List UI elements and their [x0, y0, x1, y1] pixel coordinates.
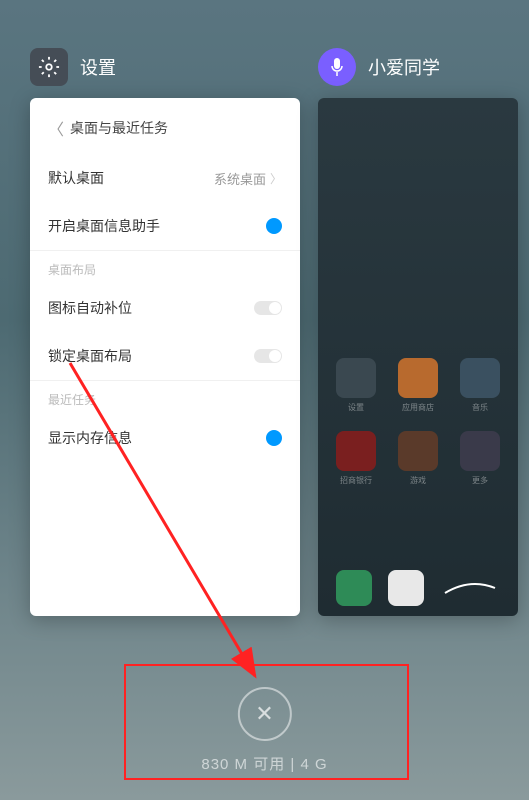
- row-info-assistant[interactable]: 开启桌面信息助手: [30, 202, 300, 250]
- gear-icon: [30, 48, 68, 86]
- toggle-show-memory[interactable]: [266, 430, 282, 446]
- app-header-ai[interactable]: 小爱同学: [318, 48, 518, 86]
- panel-title: 桌面与最近任务: [70, 118, 168, 138]
- value-default-desktop: 系统桌面: [214, 169, 266, 188]
- settings-card[interactable]: 〈 桌面与最近任务 默认桌面 系统桌面 〉 开启桌面信息助手 桌面布局 图标自动…: [30, 98, 300, 616]
- app-header-settings[interactable]: 设置: [30, 48, 300, 86]
- row-auto-fill[interactable]: 图标自动补位: [30, 284, 300, 332]
- home-app-5[interactable]: 游戏: [392, 431, 444, 486]
- panel-header[interactable]: 〈 桌面与最近任务: [30, 106, 300, 154]
- label-lock-layout: 锁定桌面布局: [48, 346, 132, 366]
- home-app-6[interactable]: 更多: [454, 431, 506, 486]
- toggle-lock-layout[interactable]: [254, 349, 282, 363]
- close-icon: ✕: [255, 701, 273, 727]
- section-layout-header: 桌面布局: [30, 250, 300, 284]
- label-info-assistant: 开启桌面信息助手: [48, 216, 160, 236]
- dock-swipe-indicator: [440, 578, 500, 598]
- dock-phone-icon[interactable]: [336, 570, 372, 606]
- row-show-memory[interactable]: 显示内存信息: [30, 414, 300, 462]
- toggle-info-assistant[interactable]: [266, 218, 282, 234]
- microphone-icon: [318, 48, 356, 86]
- toggle-auto-fill[interactable]: [254, 301, 282, 315]
- dock: [328, 570, 508, 606]
- section-recent-header: 最近任务: [30, 380, 300, 414]
- home-app-1[interactable]: 设置: [330, 358, 382, 413]
- dock-browser-icon[interactable]: [388, 570, 424, 606]
- home-app-2[interactable]: 应用商店: [392, 358, 444, 413]
- memory-status: 830 M 可用 | 4 G: [201, 753, 327, 774]
- home-app-4[interactable]: 招商银行: [330, 431, 382, 486]
- label-show-memory: 显示内存信息: [48, 428, 132, 448]
- row-lock-layout[interactable]: 锁定桌面布局: [30, 332, 300, 380]
- clear-all-button[interactable]: ✕: [238, 687, 292, 741]
- label-auto-fill: 图标自动补位: [48, 298, 132, 318]
- label-default-desktop: 默认桌面: [48, 168, 104, 188]
- app-title-settings: 设置: [80, 54, 116, 80]
- app-title-ai: 小爱同学: [368, 54, 440, 80]
- row-default-desktop[interactable]: 默认桌面 系统桌面 〉: [30, 154, 300, 202]
- back-icon[interactable]: 〈: [48, 116, 64, 140]
- home-app-grid: 设置 应用商店 音乐 招商银行 游戏: [330, 358, 506, 486]
- home-app-3[interactable]: 音乐: [454, 358, 506, 413]
- home-card[interactable]: 设置 应用商店 音乐 招商银行 游戏: [318, 98, 518, 616]
- chevron-right-icon: 〉: [270, 170, 282, 187]
